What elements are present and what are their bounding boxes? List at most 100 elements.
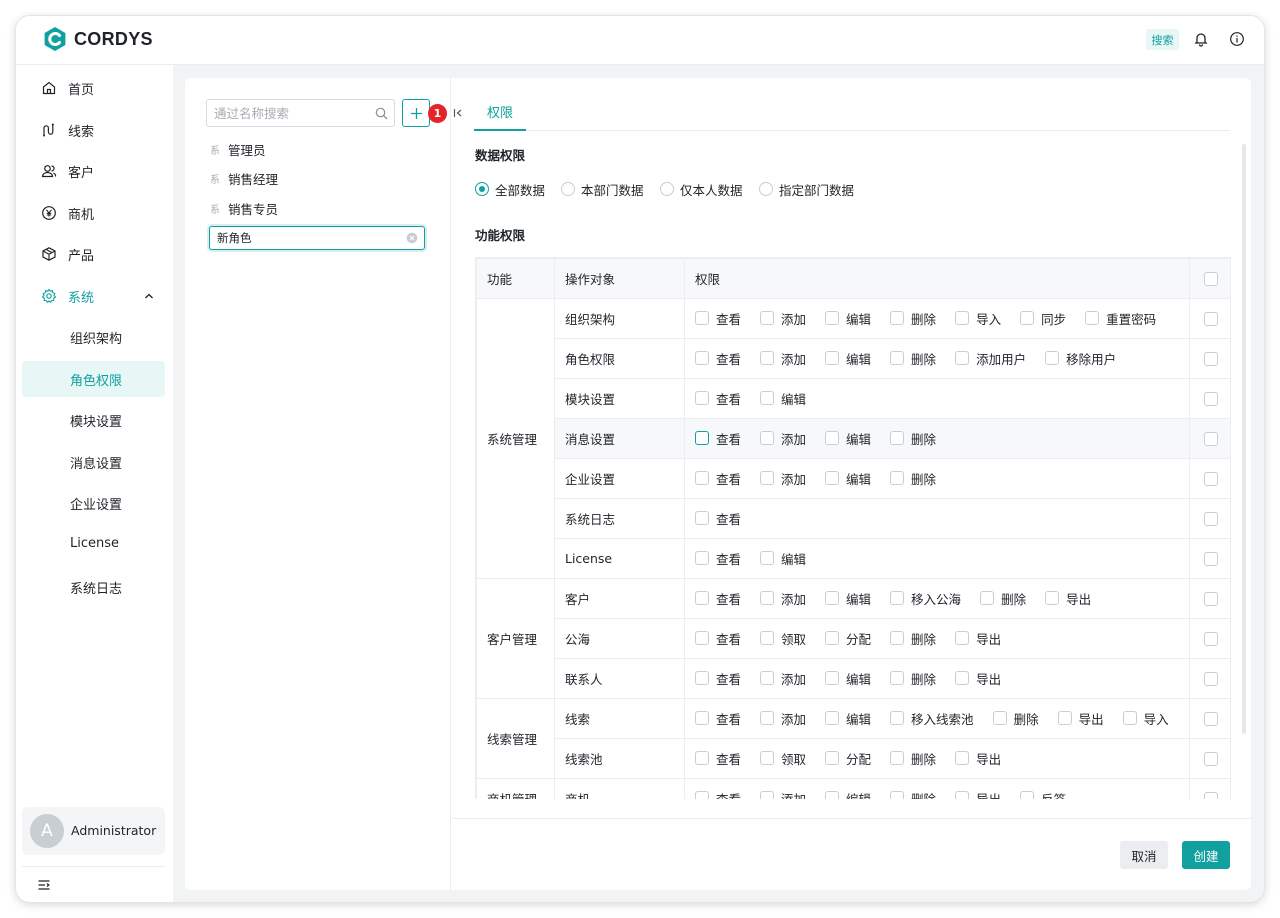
- permission-option[interactable]: 添加: [760, 709, 806, 728]
- permission-option[interactable]: 添加: [760, 669, 806, 688]
- permission-option[interactable]: 删除: [890, 349, 936, 368]
- radio-all-data[interactable]: 全部数据: [475, 180, 545, 198]
- row-select-checkbox[interactable]: [1204, 632, 1218, 647]
- subnav-company-settings[interactable]: 企业设置: [22, 485, 165, 521]
- role-search-input[interactable]: [207, 100, 372, 126]
- radio-department-data[interactable]: 本部门数据: [561, 180, 644, 198]
- permission-option[interactable]: 查看: [695, 549, 741, 568]
- global-search-button[interactable]: 搜索: [1146, 29, 1179, 50]
- permission-option[interactable]: 重置密码: [1085, 309, 1156, 328]
- row-select-checkbox[interactable]: [1204, 312, 1218, 327]
- permission-checkbox[interactable]: [825, 311, 840, 326]
- nav-customers[interactable]: 客户: [22, 153, 165, 189]
- permission-option[interactable]: 添加: [760, 349, 806, 368]
- permission-checkbox[interactable]: [955, 311, 970, 326]
- row-select-checkbox[interactable]: [1204, 672, 1218, 687]
- radio-own-data[interactable]: 仅本人数据: [660, 180, 743, 198]
- select-all-checkbox[interactable]: [1204, 272, 1218, 287]
- nav-clues[interactable]: 线索: [22, 112, 165, 148]
- permission-checkbox[interactable]: [1085, 311, 1100, 326]
- permission-option[interactable]: 查看: [695, 429, 741, 448]
- radio-specified-department-data[interactable]: 指定部门数据: [759, 180, 854, 198]
- permission-option[interactable]: 导出: [955, 789, 1001, 799]
- permission-option[interactable]: 查看: [695, 669, 741, 688]
- permission-checkbox[interactable]: [695, 671, 709, 686]
- permission-checkbox[interactable]: [890, 311, 905, 326]
- permission-checkbox[interactable]: [695, 471, 709, 486]
- row-select-checkbox[interactable]: [1204, 592, 1218, 607]
- row-select-checkbox[interactable]: [1204, 792, 1218, 799]
- row-select-checkbox[interactable]: [1204, 472, 1218, 487]
- permission-checkbox[interactable]: [825, 431, 840, 446]
- permission-checkbox[interactable]: [1045, 351, 1060, 366]
- permission-option[interactable]: 领取: [760, 749, 806, 768]
- subnav-license[interactable]: License: [22, 527, 165, 563]
- info-icon[interactable]: [1229, 31, 1245, 47]
- row-select-checkbox[interactable]: [1204, 552, 1218, 567]
- permission-option[interactable]: 添加: [760, 789, 806, 799]
- collapse-menu-icon[interactable]: [37, 878, 51, 892]
- permission-option[interactable]: 编辑: [825, 469, 871, 488]
- add-role-button[interactable]: [402, 99, 430, 127]
- permission-option[interactable]: 编辑: [760, 389, 806, 408]
- permission-option[interactable]: 移除用户: [1045, 349, 1116, 368]
- permission-checkbox[interactable]: [955, 791, 970, 799]
- permission-option[interactable]: 反签: [1020, 789, 1066, 799]
- permission-option[interactable]: 导出: [1057, 709, 1104, 728]
- permission-checkbox[interactable]: [890, 471, 905, 486]
- permission-checkbox[interactable]: [760, 471, 775, 486]
- permission-option[interactable]: 同步: [1020, 309, 1066, 328]
- permission-option[interactable]: 编辑: [825, 709, 871, 728]
- permission-checkbox[interactable]: [955, 631, 970, 646]
- permission-checkbox[interactable]: [760, 711, 775, 726]
- permission-checkbox[interactable]: [1020, 311, 1035, 326]
- permission-checkbox[interactable]: [695, 711, 709, 726]
- permission-option[interactable]: 查看: [695, 349, 741, 368]
- user-card[interactable]: A Administrator: [22, 807, 165, 855]
- permission-option[interactable]: 导出: [955, 629, 1001, 648]
- permission-option[interactable]: 删除: [890, 629, 936, 648]
- bell-icon[interactable]: [1193, 31, 1209, 47]
- permission-checkbox[interactable]: [760, 751, 775, 766]
- permission-checkbox[interactable]: [1045, 591, 1060, 606]
- row-select-checkbox[interactable]: [1204, 352, 1218, 367]
- permission-checkbox[interactable]: [760, 591, 775, 606]
- permission-checkbox[interactable]: [890, 751, 905, 766]
- search-icon[interactable]: [375, 107, 388, 120]
- permission-checkbox[interactable]: [760, 431, 775, 446]
- tab-permissions[interactable]: 权限: [474, 94, 526, 131]
- permission-checkbox[interactable]: [695, 311, 709, 326]
- permission-option[interactable]: 查看: [695, 749, 741, 768]
- permission-checkbox[interactable]: [760, 311, 775, 326]
- permission-checkbox[interactable]: [890, 791, 905, 799]
- permission-option[interactable]: 导入: [955, 309, 1001, 328]
- permission-checkbox[interactable]: [695, 551, 709, 566]
- permission-option[interactable]: 移入线索池: [890, 709, 974, 728]
- row-select-checkbox[interactable]: [1204, 752, 1218, 767]
- permission-option[interactable]: 导出: [955, 669, 1001, 688]
- permission-option[interactable]: 查看: [695, 589, 741, 608]
- permission-option[interactable]: 删除: [890, 309, 936, 328]
- permission-option[interactable]: 添加: [760, 589, 806, 608]
- permission-option[interactable]: 编辑: [825, 669, 871, 688]
- role-item[interactable]: 系 销售经理: [210, 168, 278, 188]
- permission-checkbox[interactable]: [695, 631, 709, 646]
- permission-checkbox[interactable]: [695, 511, 709, 526]
- permission-option[interactable]: 删除: [992, 709, 1039, 728]
- permission-checkbox[interactable]: [955, 351, 970, 366]
- chevron-up-icon[interactable]: [143, 290, 155, 302]
- permission-option[interactable]: 导出: [1045, 589, 1091, 608]
- row-select-checkbox[interactable]: [1204, 512, 1218, 527]
- brand-logo[interactable]: CORDYS: [42, 26, 153, 52]
- permission-checkbox[interactable]: [825, 591, 840, 606]
- subnav-system-log[interactable]: 系统日志: [22, 569, 165, 605]
- permission-checkbox[interactable]: [760, 671, 775, 686]
- permission-option[interactable]: 分配: [825, 629, 871, 648]
- permission-checkbox[interactable]: [760, 391, 775, 406]
- subnav-module-settings[interactable]: 模块设置: [22, 402, 165, 438]
- permission-checkbox[interactable]: [890, 671, 905, 686]
- nav-products[interactable]: 产品: [22, 236, 165, 272]
- permission-checkbox[interactable]: [760, 631, 775, 646]
- permission-option[interactable]: 编辑: [825, 349, 871, 368]
- vertical-scrollbar[interactable]: [1242, 144, 1246, 734]
